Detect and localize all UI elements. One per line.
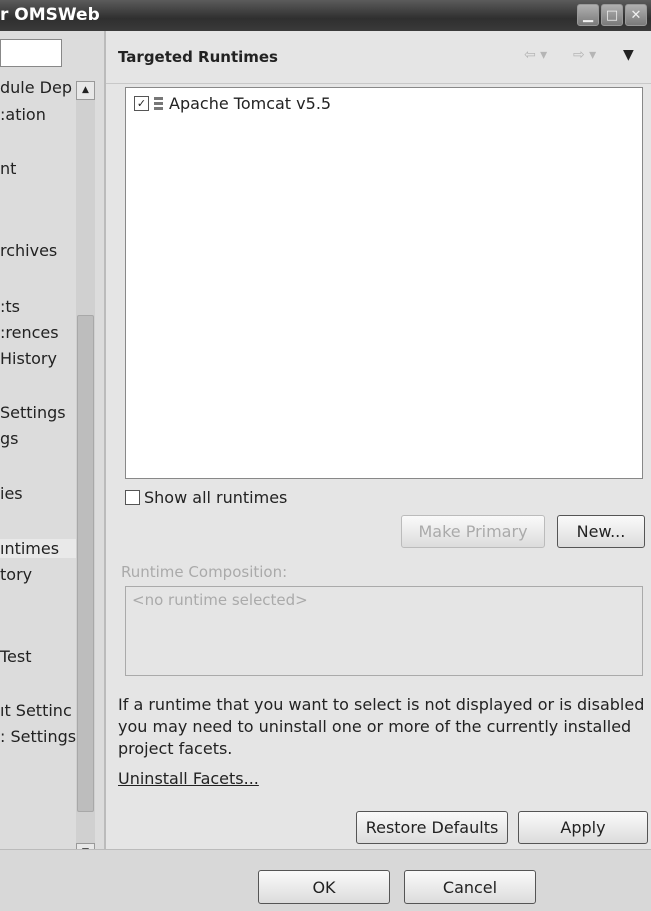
dialog-button-bar: OK Cancel [0, 849, 651, 911]
nav-item[interactable]: :rences [0, 323, 88, 342]
server-icon [153, 96, 165, 112]
nav-item[interactable]: :ts [0, 297, 88, 316]
window-controls: ▁ □ ✕ [577, 4, 647, 26]
runtime-composition-box: <no runtime selected> [125, 586, 643, 676]
make-primary-button[interactable]: Make Primary [401, 515, 545, 548]
ok-button[interactable]: OK [258, 870, 390, 904]
info-text: If a runtime that you want to select is … [118, 695, 645, 758]
scroll-up-icon[interactable]: ▲ [76, 81, 95, 100]
nav-item[interactable]: dule Dep [0, 78, 88, 97]
page-title: Targeted Runtimes [118, 48, 278, 66]
maximize-icon[interactable]: □ [601, 4, 623, 26]
nav-item[interactable]: gs [0, 429, 88, 448]
nav-item[interactable]: : Settings [0, 727, 88, 746]
forward-icon[interactable]: ⇨ ▾ [573, 47, 596, 63]
new-runtime-button[interactable]: New... [557, 515, 645, 548]
nav-scrollbar[interactable]: ▲ ▼ [76, 81, 95, 862]
nav-item[interactable]: Test [0, 647, 88, 666]
scroll-thumb[interactable] [77, 315, 94, 812]
uninstall-facets-link[interactable]: Uninstall Facets... [118, 769, 259, 788]
filter-input[interactable] [0, 39, 62, 67]
back-icon[interactable]: ⇦ ▾ [524, 47, 547, 63]
composition-placeholder: <no runtime selected> [132, 591, 308, 609]
runtime-item[interactable]: ✓ Apache Tomcat v5.5 [134, 94, 331, 113]
page-header: Targeted Runtimes ⇦ ▾ ⇨ ▾ ▼ [106, 31, 651, 84]
runtime-label: Apache Tomcat v5.5 [169, 94, 332, 113]
show-all-checkbox[interactable] [125, 490, 140, 505]
minimize-icon[interactable]: ▁ [577, 4, 599, 26]
restore-defaults-button[interactable]: Restore Defaults [356, 811, 508, 844]
runtime-composition-label: Runtime Composition: [121, 563, 288, 581]
nav-item[interactable]: ıntimes [0, 539, 76, 558]
nav-item[interactable]: rchives [0, 241, 88, 260]
view-menu-icon[interactable]: ▼ [623, 47, 634, 63]
window-title: r OMSWeb [0, 5, 100, 25]
nav-item[interactable]: Settings [0, 403, 88, 422]
navigation-pane: dule Dep :ation nt rchives :ts :rences History… [0, 31, 106, 884]
properties-page: Targeted Runtimes ⇦ ▾ ⇨ ▾ ▼ ✓ Apache Tom… [106, 31, 651, 849]
runtime-checkbox[interactable]: ✓ [134, 96, 149, 111]
apply-button[interactable]: Apply [518, 811, 648, 844]
nav-item[interactable]: tory [0, 565, 88, 584]
nav-item[interactable]: History [0, 349, 88, 368]
nav-item[interactable]: ıt Settinc [0, 701, 88, 720]
nav-item[interactable]: ies [0, 484, 88, 503]
show-all-label: Show all runtimes [144, 488, 288, 507]
nav-item[interactable]: nt [0, 159, 88, 178]
runtimes-list: ✓ Apache Tomcat v5.5 [125, 87, 643, 479]
cancel-button[interactable]: Cancel [404, 870, 536, 904]
nav-item[interactable]: :ation [0, 105, 88, 124]
show-all-runtimes[interactable]: Show all runtimes [125, 488, 287, 507]
close-icon[interactable]: ✕ [625, 4, 647, 26]
title-bar: r OMSWeb ▁ □ ✕ [0, 0, 651, 31]
